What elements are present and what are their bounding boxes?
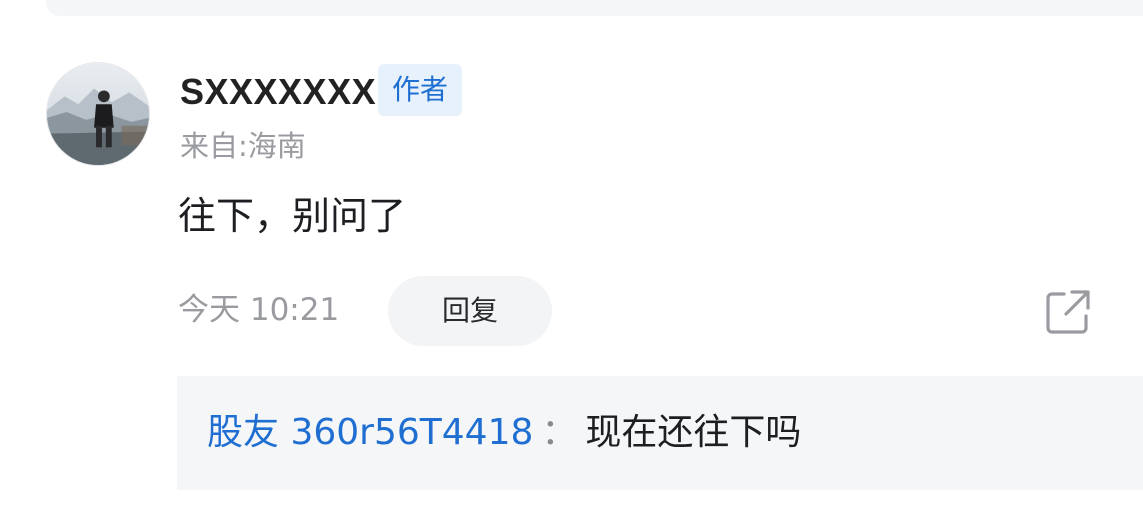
sub-reply-message: 现在还往下吗 <box>585 412 802 453</box>
sub-reply-username[interactable]: 股友 360r56T4418 <box>207 412 533 453</box>
username[interactable]: SXXXXXXX <box>180 70 376 114</box>
share-external-icon[interactable] <box>1042 286 1094 338</box>
sub-reply-item: 股友 360r56T4418：现在还往下吗 <box>207 406 801 460</box>
comment-content: 往下，别问了 <box>178 194 407 238</box>
avatar-photo <box>47 63 149 165</box>
comment-item: SXXXXXXX 作者 来自:海南 往下，别问了 今天 10:21 回复 股友 … <box>0 0 1143 522</box>
reply-button[interactable]: 回复 <box>388 276 552 346</box>
timestamp: 今天 10:21 <box>178 292 340 328</box>
sub-reply-separator: ： <box>541 412 578 453</box>
author-badge: 作者 <box>378 64 462 116</box>
sub-reply-panel[interactable]: 股友 360r56T4418：现在还往下吗 <box>177 376 1143 490</box>
avatar[interactable] <box>46 62 150 166</box>
location-label: 来自:海南 <box>180 129 306 163</box>
